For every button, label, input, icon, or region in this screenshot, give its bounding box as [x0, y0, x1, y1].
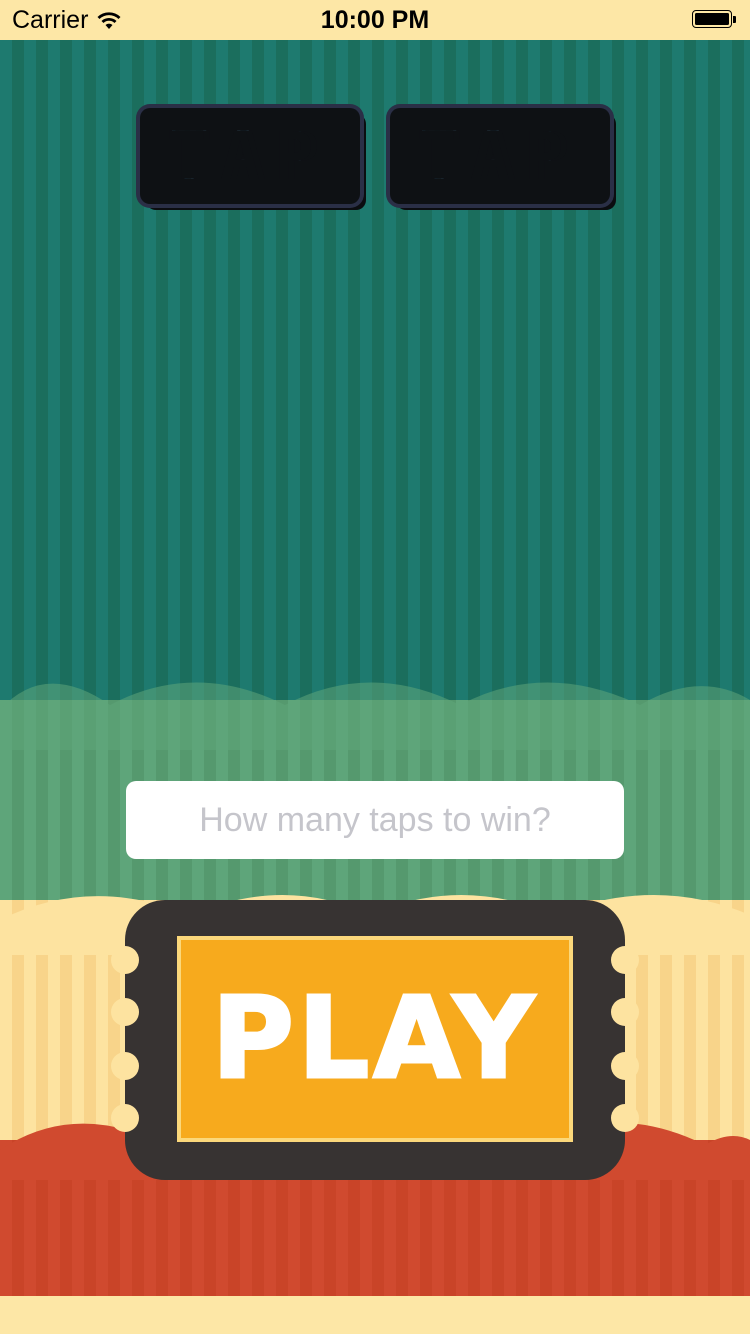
battery-icon: [692, 10, 738, 30]
title-word-2-text: TAP: [419, 117, 581, 195]
green-scallop-edge: [0, 682, 750, 750]
title-word-1: TAP: [140, 108, 360, 204]
game-title: TAP TAP: [0, 108, 750, 204]
title-word-1-text: TAP: [169, 117, 331, 195]
ticket-notch: [111, 1104, 139, 1132]
ticket-notch: [611, 998, 639, 1026]
taps-to-win-input[interactable]: [126, 781, 624, 859]
bottom-band: [0, 1296, 750, 1334]
play-button[interactable]: PLAY: [111, 900, 639, 1180]
ticket-notch: [611, 1052, 639, 1080]
clock: 10:00 PM: [320, 6, 430, 34]
title-word-2: TAP: [390, 108, 610, 204]
ticket-notch: [111, 1052, 139, 1080]
ticket-notch: [111, 946, 139, 974]
status-bar: Carrier 10:00 PM: [0, 0, 750, 40]
ticket-notch: [111, 998, 139, 1026]
play-label: PLAY: [210, 973, 539, 1106]
ticket-notch: [611, 1104, 639, 1132]
ticket-face: PLAY: [177, 936, 573, 1142]
battery-fill: [695, 13, 729, 25]
ticket-notch: [611, 946, 639, 974]
